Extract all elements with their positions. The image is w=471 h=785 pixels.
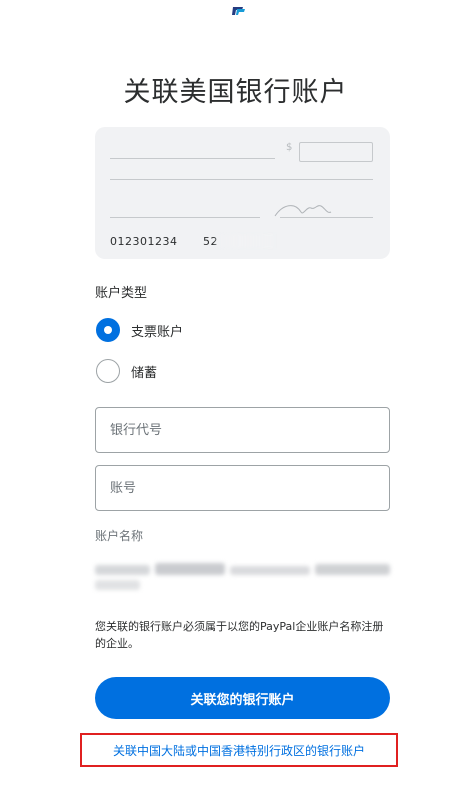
dollar-sign-icon: $ [286,142,293,153]
highlighted-link-frame: 关联中国大陆或中国香港特别行政区的银行账户 [80,733,398,767]
link-bank-account-button[interactable]: 关联您的银行账户 [95,677,390,719]
check-illustration: $ 012301234 52 [95,127,390,259]
radio-option-checking[interactable]: 支票账户 [96,316,183,344]
account-name-label: 账户名称 [95,529,144,543]
radio-unchecked-icon[interactable] [96,359,120,383]
routing-number-input[interactable] [95,407,390,453]
account-type-label: 账户类型 [95,286,148,301]
check-memo-line [110,217,260,218]
radio-option-checking-label: 支票账户 [131,324,184,340]
check-amount-box [299,142,373,162]
link-china-bank-account[interactable]: 关联中国大陆或中国香港特别行政区的银行账户 [113,742,365,759]
account-name-redacted [95,563,390,593]
radio-option-savings[interactable]: 储蓄 [96,357,157,385]
ownership-notice: 您关联的银行账户必须属于以您的PayPal企业账户名称注册的企业。 [95,620,384,650]
account-number-input[interactable] [95,465,390,511]
radio-checked-icon[interactable] [96,318,120,342]
link-bank-page: 关联美国银行账户 $ 012301234 52 账户类型 支票账户 储蓄 账户名… [0,0,471,785]
signature-icon [274,205,332,217]
radio-option-savings-label: 储蓄 [131,365,158,381]
page-title: 关联美国银行账户 [123,77,348,108]
check-routing-number: 012301234 [110,235,178,248]
check-payee-line [110,158,275,159]
check-amount-line [110,179,373,180]
paypal-logo-icon [232,7,245,15]
check-account-redaction [215,234,275,248]
